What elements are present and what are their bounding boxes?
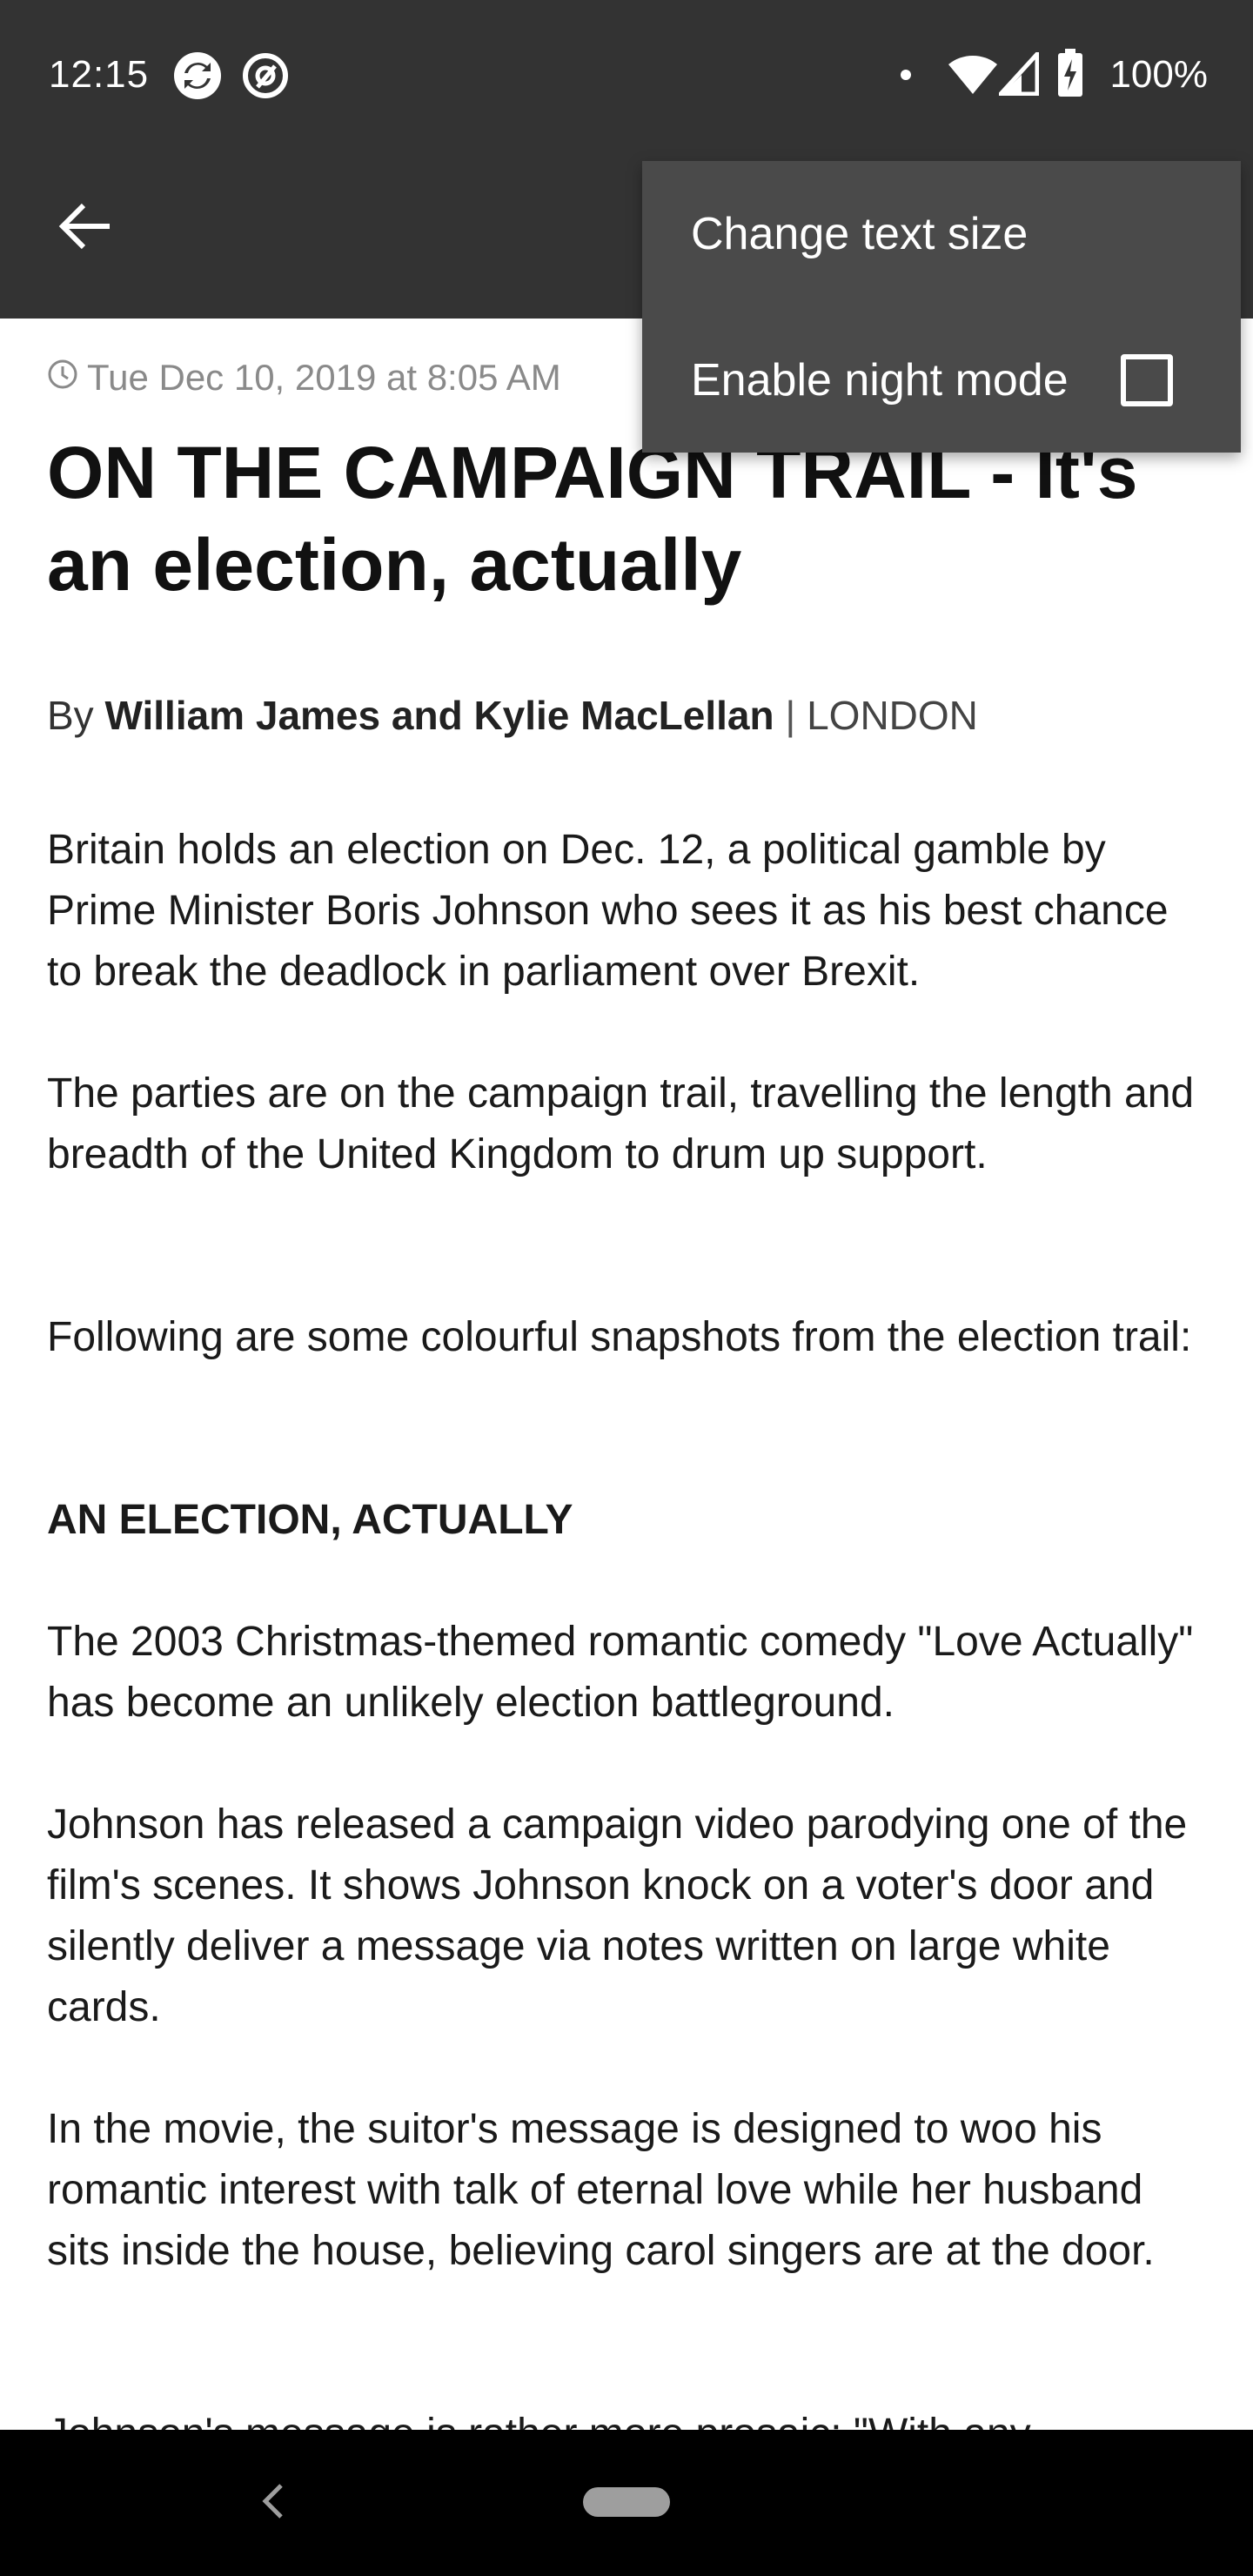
wifi-icon: [947, 52, 999, 100]
status-bar: 12:15 100%: [0, 0, 1253, 148]
battery-percentage: 100%: [1109, 53, 1208, 96]
system-nav-bar: [0, 2430, 1253, 2576]
status-time: 12:15: [49, 53, 150, 96]
article-paragraph: Johnson has released a campaign video pa…: [47, 1801, 1188, 2030]
nav-home-pill[interactable]: [583, 2487, 670, 2517]
arrow-back-icon: [57, 202, 113, 255]
menu-item-night-mode[interactable]: Enable night mode: [642, 307, 1241, 453]
cell-signal-icon: [995, 48, 1040, 100]
article-paragraph: The 2003 Christmas-themed romantic comed…: [47, 1619, 1194, 1726]
nav-back-button[interactable]: [249, 2475, 298, 2531]
article-headline: ON THE CAMPAIGN TRAIL - It's an election…: [47, 432, 1138, 606]
overflow-menu: Change text size Enable night mode: [642, 161, 1241, 453]
sync-icon: [172, 50, 223, 105]
byline-prefix: By: [47, 693, 94, 738]
menu-item-change-text-size[interactable]: Change text size: [642, 161, 1241, 307]
chevron-left-icon: [260, 2482, 286, 2525]
article-subhead: AN ELECTION, ACTUALLY: [47, 1497, 573, 1543]
article-date: Tue Dec 10, 2019 at 8:05 AM: [47, 353, 561, 402]
clock-icon: [47, 353, 78, 402]
back-button[interactable]: [42, 184, 129, 272]
article-date-text: Tue Dec 10, 2019 at 8:05 AM: [87, 357, 561, 398]
article-paragraph: In the movie, the suitor's message is de…: [47, 2106, 1155, 2274]
notification-dot-icon: [900, 69, 912, 85]
byline-separator: |: [785, 693, 796, 738]
battery-charging-icon: [1056, 49, 1084, 102]
article-paragraph: Following are some colourful snapshots f…: [47, 1314, 1192, 1360]
article-paragraph: Britain holds an election on Dec. 12, a …: [47, 827, 1169, 995]
article-paragraph: The parties are on the campaign trail, t…: [47, 1070, 1195, 1177]
byline-location: LONDON: [807, 693, 978, 738]
night-mode-checkbox[interactable]: [1121, 354, 1173, 406]
menu-item-label: Change text size: [691, 209, 1029, 259]
article-byline: By William James and Kylie MacLellan | L…: [47, 681, 978, 750]
vpn-at-icon: [240, 50, 291, 105]
menu-item-label: Enable night mode: [691, 355, 1069, 406]
byline-authors: William James and Kylie MacLellan: [104, 693, 774, 738]
